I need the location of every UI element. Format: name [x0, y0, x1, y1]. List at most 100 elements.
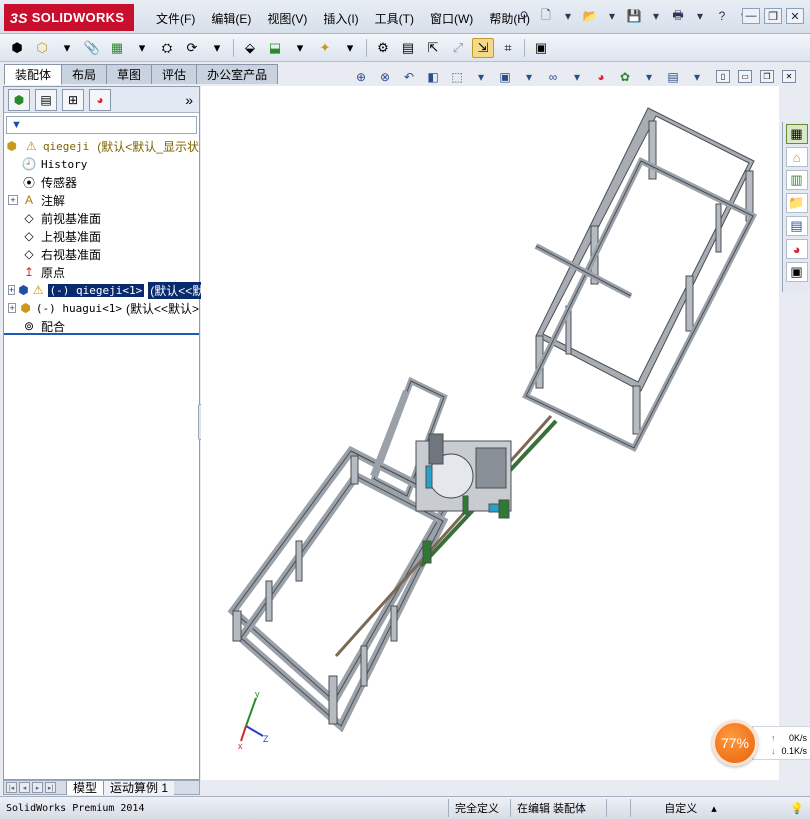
dropdown-arrow-icon[interactable]: ▾: [520, 68, 538, 86]
next-tab-icon[interactable]: ▸: [32, 782, 43, 793]
tab-sketch[interactable]: 草图: [106, 64, 153, 84]
tab-layout[interactable]: 布局: [61, 64, 108, 84]
tab-motion-study[interactable]: 运动算例 1: [103, 780, 175, 795]
close-button[interactable]: ✕: [786, 8, 804, 24]
assembly-features-icon[interactable]: ⬓: [264, 38, 286, 58]
mate-icon[interactable]: 📎: [81, 38, 103, 58]
dropdown-arrow-icon[interactable]: ▾: [339, 38, 361, 58]
menu-view[interactable]: 视图(V): [259, 10, 315, 27]
new-part-icon[interactable]: ⬡: [31, 38, 53, 58]
solidworks-logo[interactable]: 3S SOLIDWORKS: [4, 4, 134, 31]
tree-item-top-plane[interactable]: ◇ 上视基准面: [4, 227, 199, 245]
close-view-icon[interactable]: ✕: [782, 70, 796, 83]
model-viewport[interactable]: y Z x: [201, 86, 779, 780]
tab-evaluate[interactable]: 评估: [151, 64, 198, 84]
configuration-manager-tab-icon[interactable]: ⊞: [62, 88, 84, 111]
view-orientation-icon[interactable]: ⬚: [448, 68, 466, 86]
tree-root[interactable]: ⬢ ⚠ qiegeji (默认<默认_显示状: [4, 137, 199, 155]
property-manager-tab-icon[interactable]: ▤: [35, 88, 57, 111]
tree-item-origin[interactable]: ↥ 原点: [4, 263, 199, 281]
restore-button[interactable]: ❐: [764, 8, 782, 24]
display-manager-tab-icon[interactable]: ◕: [89, 88, 111, 111]
section-view-icon[interactable]: ◧: [424, 68, 442, 86]
menu-window[interactable]: 窗口(W): [422, 10, 481, 27]
design-library-icon[interactable]: ▥: [785, 170, 808, 190]
feature-tree-tab-icon[interactable]: ⬢: [8, 88, 30, 111]
apply-scene-icon[interactable]: ✿: [616, 68, 634, 86]
edit-appearance-icon[interactable]: ◕: [592, 68, 610, 86]
tree-component-qiegeji[interactable]: + ⬢ ⚠ (-) qiegeji<1> (默认<<默: [4, 281, 207, 299]
interference-detection-icon[interactable]: ⇲: [472, 37, 494, 58]
dropdown-arrow-icon[interactable]: ▾: [56, 38, 78, 58]
first-tab-icon[interactable]: |◂: [6, 782, 17, 793]
display-style-icon[interactable]: ▣: [496, 68, 514, 86]
bill-of-materials-icon[interactable]: ▤: [397, 38, 419, 58]
previous-view-icon[interactable]: ↶: [400, 68, 418, 86]
new-document-icon[interactable]: 🗋: [537, 7, 555, 25]
dropdown-arrow-icon[interactable]: ▾: [131, 38, 153, 58]
dropdown-arrow-icon[interactable]: ▾: [559, 7, 577, 25]
tab-office-products[interactable]: 办公室产品: [196, 64, 279, 84]
reference-geometry-icon[interactable]: ✦: [314, 38, 336, 58]
home-icon[interactable]: ⌂: [785, 147, 808, 167]
tab-model[interactable]: 模型: [66, 780, 104, 795]
view-settings-icon[interactable]: ▤: [664, 68, 682, 86]
exploded-view-icon[interactable]: ⇱: [422, 38, 444, 58]
file-explorer-icon[interactable]: 📁: [785, 193, 808, 213]
insert-component-icon[interactable]: ⬢: [6, 38, 28, 58]
instant3d-icon[interactable]: ▣: [530, 38, 552, 58]
hide-show-items-icon[interactable]: ∞: [544, 68, 562, 86]
dropdown-arrow-icon[interactable]: ▾: [647, 7, 665, 25]
tree-component-huagui[interactable]: + ⬢ (-) huagui<1> (默认<<默认>: [4, 299, 199, 317]
tooltip-toggle[interactable]: 💡: [784, 799, 810, 817]
prev-tab-icon[interactable]: ◂: [19, 782, 30, 793]
help-icon[interactable]: ?: [713, 7, 731, 25]
restore-view-icon[interactable]: ❐: [760, 70, 774, 83]
tree-filter[interactable]: ▼: [6, 116, 197, 134]
units-selector[interactable]: 自定义 ▴: [630, 799, 750, 817]
expand-icon[interactable]: +: [8, 195, 18, 205]
minimize-button[interactable]: —: [742, 8, 760, 24]
dropdown-arrow-icon[interactable]: ▾: [688, 68, 706, 86]
tree-item-right-plane[interactable]: ◇ 右视基准面: [4, 245, 199, 263]
clearance-verification-icon[interactable]: ⌗: [497, 38, 519, 58]
smart-fasteners-icon[interactable]: ⛭: [156, 38, 178, 58]
more-tabs-icon[interactable]: »: [185, 92, 193, 108]
menu-tools[interactable]: 工具(T): [367, 10, 422, 27]
appearances-icon[interactable]: ◕: [785, 239, 808, 259]
dropdown-arrow-icon[interactable]: ▾: [568, 68, 586, 86]
menu-insert[interactable]: 插入(I): [315, 10, 366, 27]
tree-item-sensors[interactable]: ⦿ 传感器: [4, 173, 199, 191]
last-tab-icon[interactable]: ▸|: [45, 782, 56, 793]
tree-item-history[interactable]: 🕘 History: [4, 155, 199, 173]
tree-item-annotations[interactable]: + A 注解: [4, 191, 199, 209]
tab-assembly[interactable]: 装配体: [4, 64, 63, 85]
save-icon[interactable]: 💾: [625, 7, 643, 25]
explode-line-sketch-icon[interactable]: ⤢: [447, 38, 469, 58]
dropdown-arrow-icon[interactable]: ▾: [472, 68, 490, 86]
menu-file[interactable]: 文件(F): [148, 10, 203, 27]
tree-item-front-plane[interactable]: ◇ 前视基准面: [4, 209, 199, 227]
network-speed-widget[interactable]: ↑ 0K/s ↓ 0.1K/s 77%: [712, 720, 810, 766]
print-icon[interactable]: 🖶: [669, 7, 687, 25]
split-vertical-icon[interactable]: ▭: [738, 70, 752, 83]
show-hidden-icon[interactable]: ⬙: [239, 38, 261, 58]
move-component-icon[interactable]: ⟳: [181, 38, 203, 58]
dropdown-arrow-icon[interactable]: ▾: [640, 68, 658, 86]
pin-icon[interactable]: ⚲: [515, 7, 533, 25]
zoom-to-fit-icon[interactable]: ⊕: [352, 68, 370, 86]
open-folder-icon[interactable]: 📂: [581, 7, 599, 25]
solidworks-resources-icon[interactable]: ▦: [785, 124, 808, 144]
dropdown-arrow-icon[interactable]: ▾: [691, 7, 709, 25]
custom-properties-icon[interactable]: ▣: [785, 262, 808, 282]
menu-edit[interactable]: 编辑(E): [203, 10, 259, 27]
view-palette-icon[interactable]: ▤: [785, 216, 808, 236]
dropdown-arrow-icon[interactable]: ▾: [206, 38, 228, 58]
linear-pattern-icon[interactable]: ▦: [106, 38, 128, 58]
expand-icon[interactable]: +: [8, 303, 17, 313]
dropdown-arrow-icon[interactable]: ▾: [289, 38, 311, 58]
new-motion-study-icon[interactable]: ⚙: [372, 38, 394, 58]
dropdown-arrow-icon[interactable]: ▾: [603, 7, 621, 25]
expand-icon[interactable]: +: [8, 285, 16, 295]
zoom-to-area-icon[interactable]: ⊗: [376, 68, 394, 86]
